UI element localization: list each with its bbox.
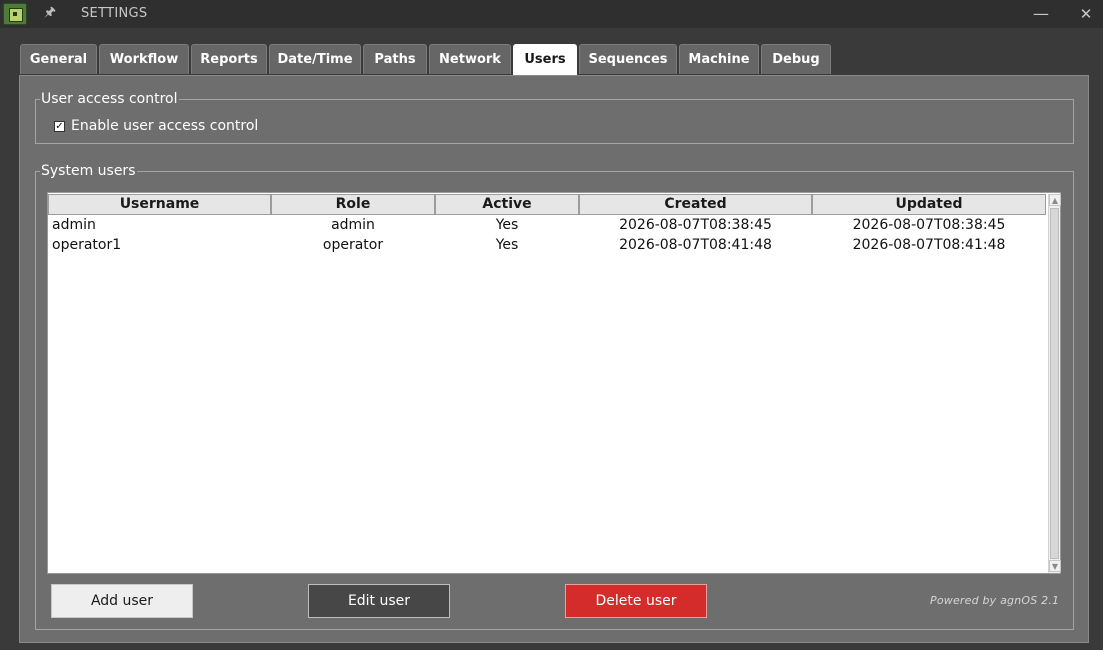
table-header: Username Role Active Created Updated [48, 193, 1046, 215]
cell-username: operator1 [52, 237, 122, 253]
column-header-role[interactable]: Role [271, 194, 435, 215]
cell-username: admin [52, 217, 96, 233]
powered-by-text: Powered by agnOS 2.1 [930, 594, 1060, 607]
tab-sequences[interactable]: Sequences [579, 44, 677, 74]
add-user-button[interactable]: Add user [51, 584, 193, 618]
enable-access-control-checkbox[interactable]: ✓ [54, 121, 65, 132]
tab-paths[interactable]: Paths [363, 44, 427, 74]
scroll-down-icon[interactable]: ▼ [1049, 560, 1061, 572]
tab-date-time[interactable]: Date/Time [269, 44, 361, 74]
cell-role: operator [322, 237, 384, 253]
tab-reports[interactable]: Reports [191, 44, 267, 74]
title-bar: 🖈 SETTINGS — ✕ [0, 0, 1103, 28]
table-row[interactable]: admin admin Yes 2026-08-07T08:38:45 2026… [48, 215, 1046, 235]
cell-role: admin [331, 217, 375, 233]
cell-updated: 2026-08-07T08:38:45 [852, 217, 1006, 233]
users-table: Username Role Active Created Updated adm… [47, 192, 1061, 574]
column-header-username[interactable]: Username [48, 194, 271, 215]
column-header-created[interactable]: Created [579, 194, 812, 215]
column-header-updated[interactable]: Updated [812, 194, 1046, 215]
table-scrollbar[interactable]: ▲ ▼ [1048, 194, 1061, 573]
cell-created: 2026-08-07T08:41:48 [619, 237, 772, 253]
pin-icon[interactable]: 🖈 [44, 5, 58, 21]
cell-updated: 2026-08-07T08:41:48 [852, 237, 1006, 253]
tab-workflow[interactable]: Workflow [99, 44, 189, 74]
minimize-icon[interactable]: — [1031, 4, 1051, 24]
delete-user-button[interactable]: Delete user [565, 584, 707, 618]
tab-general[interactable]: General [20, 44, 97, 74]
app-icon [3, 3, 27, 25]
edit-user-button[interactable]: Edit user [308, 584, 450, 618]
tab-users[interactable]: Users [513, 44, 577, 75]
tab-network[interactable]: Network [429, 44, 511, 74]
scrollbar-thumb[interactable] [1050, 208, 1059, 559]
close-icon[interactable]: ✕ [1076, 4, 1096, 24]
tab-debug[interactable]: Debug [761, 44, 831, 74]
enable-access-control-label[interactable]: Enable user access control [71, 118, 258, 134]
cell-active: Yes [495, 217, 519, 233]
table-row[interactable]: operator1 operator Yes 2026-08-07T08:41:… [48, 235, 1046, 255]
scroll-up-icon[interactable]: ▲ [1049, 194, 1061, 206]
system-users-title: System users [40, 162, 137, 180]
window-title: SETTINGS [81, 6, 148, 21]
column-header-active[interactable]: Active [435, 194, 579, 215]
cell-active: Yes [495, 237, 519, 253]
cell-created: 2026-08-07T08:38:45 [619, 217, 772, 233]
access-control-title: User access control [40, 90, 179, 108]
tab-machine[interactable]: Machine [679, 44, 759, 74]
